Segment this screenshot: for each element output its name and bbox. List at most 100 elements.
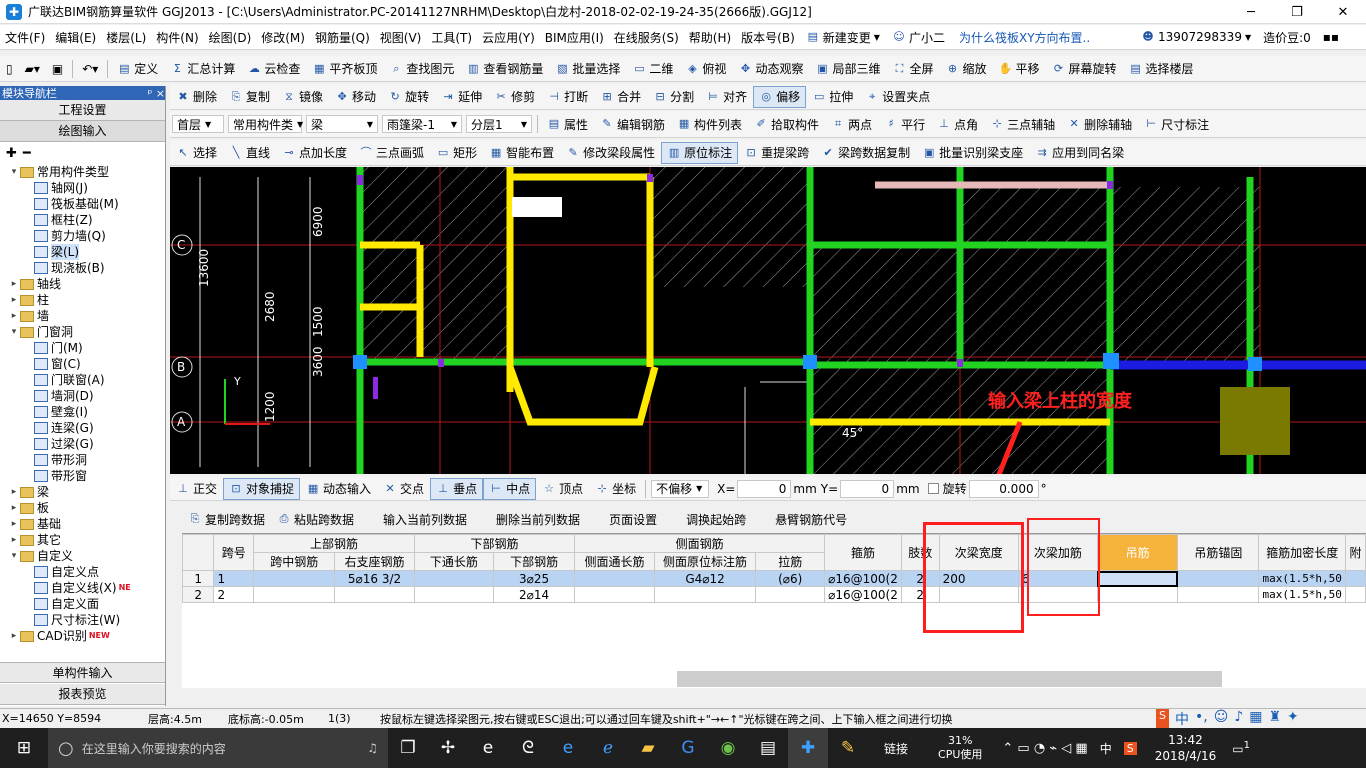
cell-bot-through[interactable] (413, 570, 495, 587)
menu-item[interactable]: 构件(N) (151, 29, 203, 46)
toolbar-button[interactable]: ⊨ 对齐 (700, 86, 753, 108)
cell-span[interactable]: 1 (213, 570, 255, 587)
toolbar-button[interactable]: ╲ 直线 (223, 142, 276, 164)
toolbar-button[interactable]: ▭ 拉伸 (806, 86, 859, 108)
toolbar-button[interactable]: ✖ 删除 (170, 86, 223, 108)
expand-arrow-icon[interactable]: ▸ (8, 292, 20, 308)
notification-icon[interactable]: ▭1 (1232, 740, 1250, 756)
toolbar-button[interactable]: ✔ 梁跨数据复制 (815, 142, 916, 164)
floor-select[interactable]: 首层 ▼ (172, 115, 224, 133)
tree-item[interactable]: 带形洞 (0, 452, 165, 468)
tree-item[interactable]: 尺寸标注(W) (0, 612, 165, 628)
menu-item[interactable]: 钢筋量(Q) (310, 29, 375, 46)
expand-arrow-icon[interactable]: ▸ (8, 276, 20, 292)
report-preview-button[interactable]: 报表预览 (0, 684, 165, 705)
tree-item[interactable]: 自定义点 (0, 564, 165, 580)
drawing-input-button[interactable]: 绘图输入 (0, 121, 165, 142)
tree-item[interactable]: 轴网(J) (0, 180, 165, 196)
tree-item[interactable]: 梁(L) (0, 244, 165, 260)
toolbar-button[interactable]: ⎘ 复制跨数据 (182, 508, 271, 530)
glodon-active-icon[interactable]: ✚ (788, 728, 828, 768)
cell-span[interactable]: 2 (213, 586, 255, 603)
toolbar-button[interactable]: ▦ 智能布置 (483, 142, 560, 164)
toolbar-button[interactable]: ⌕ 查找图元 (383, 58, 460, 80)
cell-dense-len[interactable]: max(1.5*h,50 (1258, 570, 1346, 587)
menu-item[interactable]: 绘图(D) (204, 29, 257, 46)
emoji-icon[interactable]: ☺ (1214, 709, 1229, 729)
rotate-input[interactable]: 0.000 (968, 479, 1039, 498)
menu-item[interactable]: 云应用(Y) (477, 29, 540, 46)
cell-bot[interactable]: 2⌀14 (493, 586, 576, 603)
clock[interactable]: 13:42 2018/4/16 (1155, 732, 1217, 764)
menu-item[interactable]: 楼层(L) (101, 29, 151, 46)
toolbar-button[interactable]: ✎ 修改梁段属性 (560, 142, 661, 164)
edge-icon[interactable]: e (548, 728, 588, 768)
tools-icon[interactable]: ✦ (1287, 709, 1299, 729)
expand-all-icon[interactable]: ✚ (6, 146, 17, 161)
toolbar-button[interactable]: ⧖ 镜像 (276, 86, 329, 108)
cell-dense-len[interactable]: max(1.5*h,50 (1258, 586, 1346, 603)
link-label[interactable]: 链接 (884, 740, 908, 757)
menu-item[interactable]: 文件(F) (0, 29, 50, 46)
swirl-app-icon[interactable]: ᘓ (508, 728, 548, 768)
tree-item[interactable]: 现浇板(B) (0, 260, 165, 276)
toolbar-button[interactable]: ▣ 局部三维 (809, 58, 886, 80)
expand-arrow-icon[interactable]: ▸ (8, 484, 20, 500)
toolbar-button[interactable]: ▥ 原位标注 (661, 141, 739, 164)
collapse-all-icon[interactable]: ━ (23, 146, 31, 161)
tree-folder[interactable]: ▸ 梁 (0, 484, 165, 500)
tree-item[interactable]: 带形窗 (0, 468, 165, 484)
cell-tie[interactable] (755, 586, 826, 603)
toolbar-button[interactable]: ▣ 批量识别梁支座 (916, 142, 1029, 164)
sogou-tray-icon[interactable]: S (1123, 741, 1137, 755)
toolbar-button[interactable]: 页面设置 (586, 508, 663, 530)
tree-folder[interactable]: ▾ 常用构件类型 (0, 164, 165, 180)
cell-top-mid[interactable] (253, 570, 336, 587)
toolbar-button[interactable]: ✎ 编辑钢筋 (594, 113, 671, 135)
toolbar-button[interactable]: ⊕ 缩放 (939, 58, 992, 80)
new-change-button[interactable]: ▤ 新建变更 ▼ (800, 26, 886, 48)
menu-item[interactable]: 在线服务(S) (609, 29, 684, 46)
toolbar-button[interactable]: ✂ 修剪 (488, 86, 541, 108)
toolbar-button[interactable]: ⎙ 粘贴跨数据 (271, 508, 360, 530)
toolbar-button[interactable]: ▦ 平齐板顶 (306, 58, 383, 80)
single-input-button[interactable]: 单构件输入 (0, 662, 165, 683)
menu-item[interactable]: 编辑(E) (50, 29, 101, 46)
toolbar-button[interactable]: ✋ 平移 (993, 58, 1046, 80)
cell-extra[interactable] (1344, 570, 1366, 587)
tree-folder[interactable]: ▸ CAD识别 NEW (0, 628, 165, 644)
toolbar-button[interactable]: ✥ 移动 (329, 86, 382, 108)
horizontal-scrollbar[interactable] (677, 671, 1222, 687)
toolbar-button[interactable]: ⟳ 屏幕旋转 (1046, 58, 1123, 80)
tree-item[interactable]: 框柱(Z) (0, 212, 165, 228)
tree-item[interactable]: 自定义线(X) NE (0, 580, 165, 596)
tree-item[interactable]: 门联窗(A) (0, 372, 165, 388)
tree-folder[interactable]: ▸ 板 (0, 500, 165, 516)
toolbar-button[interactable]: ▦ 动态输入 (300, 478, 377, 500)
toolbar-button[interactable]: ⛶ 全屏 (886, 58, 939, 80)
tree-item[interactable]: 连梁(G) (0, 420, 165, 436)
cell-hanger-anchor[interactable] (1177, 586, 1260, 603)
maximize-button[interactable]: ❐ (1274, 0, 1320, 24)
tree-folder[interactable]: ▾ 自定义 (0, 548, 165, 564)
ime-indicator[interactable]: 中 (1100, 740, 1112, 757)
type-select[interactable]: 常用构件类 ▼ (228, 115, 303, 133)
toolbar-button[interactable]: ▤ 属性 (541, 113, 594, 135)
toolbar-button[interactable]: ◈ 俯视 (679, 58, 732, 80)
open-folder-icon[interactable]: ▰▾ (19, 58, 46, 80)
toolbar-button[interactable]: ⊣ 打断 (541, 86, 594, 108)
sogou-ime-icon[interactable]: S (1156, 708, 1169, 729)
toolbar-button[interactable]: ▭ 矩形 (430, 142, 483, 164)
toolbar-button[interactable]: ⎘ 复制 (223, 86, 276, 108)
cell-hanger[interactable] (1096, 570, 1179, 587)
minimize-button[interactable]: ─ (1228, 0, 1274, 24)
cell-top-right[interactable]: 5⌀16 3/2 (334, 570, 415, 587)
ie-browser-icon[interactable]: e (468, 728, 508, 768)
close-button[interactable]: ✕ (1320, 0, 1366, 24)
toolbar-button[interactable]: ⊹ 三点辅轴 (984, 113, 1061, 135)
toolbar-button[interactable]: ⊢ 中点 (483, 477, 537, 500)
expand-arrow-icon[interactable]: ▸ (8, 308, 20, 324)
toolbar-button[interactable]: ⊥ 点角 (931, 113, 984, 135)
cell-side-through[interactable] (574, 570, 655, 587)
menu-item[interactable]: 帮助(H) (684, 29, 736, 46)
